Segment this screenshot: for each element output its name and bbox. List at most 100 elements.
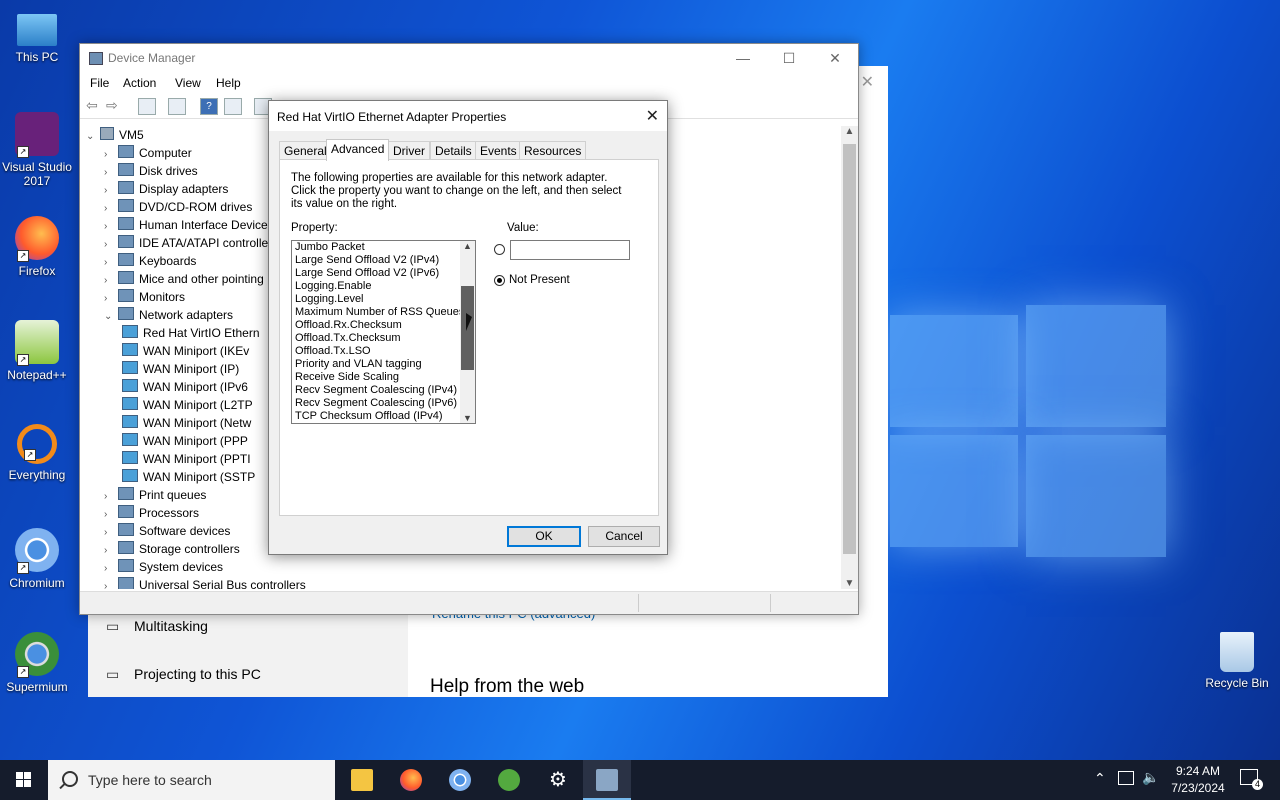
property-list-item[interactable]: Large Send Offload V2 (IPv6) xyxy=(295,267,439,280)
tree-category[interactable]: › Keyboards xyxy=(104,252,196,270)
tree-device-item[interactable]: WAN Miniport (PPP xyxy=(122,432,248,450)
property-listbox[interactable]: Jumbo Packet Large Send Offload V2 (IPv4)… xyxy=(291,240,476,424)
tree-device-item[interactable]: Red Hat VirtIO Ethern xyxy=(122,324,260,342)
desktop-icon-this-pc[interactable]: This PC xyxy=(0,10,74,64)
scrollbar-thumb[interactable] xyxy=(843,144,856,554)
tab-details[interactable]: Details xyxy=(430,141,477,160)
collapse-chevron-icon[interactable]: ⌄ xyxy=(104,308,118,326)
desktop-icon-chromium[interactable]: ↗ Chromium xyxy=(0,528,74,590)
volume-muted-icon[interactable]: 🔈 xyxy=(1142,769,1159,800)
property-list-item[interactable]: Logging.Enable xyxy=(295,280,371,293)
tree-device-item[interactable]: WAN Miniport (IP) xyxy=(122,360,239,378)
property-list-scrollbar[interactable]: ▲ ▼ xyxy=(460,241,475,423)
taskbar-clock[interactable]: 9:24 AM 7/23/2024 xyxy=(1160,763,1236,797)
tree-scrollbar[interactable]: ▲ ▼ xyxy=(841,126,858,589)
tab-driver[interactable]: Driver xyxy=(388,141,430,160)
property-list-item[interactable]: Priority and VLAN tagging xyxy=(295,358,422,371)
desktop-icon-everything[interactable]: ↗ Everything xyxy=(0,424,74,482)
tree-category[interactable]: › Computer xyxy=(104,144,192,162)
tab-general[interactable]: General xyxy=(279,141,332,160)
expand-chevron-icon[interactable]: › xyxy=(104,578,118,589)
tree-device-item[interactable]: WAN Miniport (IKEv xyxy=(122,342,249,360)
property-list-item[interactable]: Recv Segment Coalescing (IPv4) xyxy=(295,384,457,397)
menu-help[interactable]: Help xyxy=(216,76,241,90)
property-list-item[interactable]: Logging.Level xyxy=(295,293,364,306)
value-input[interactable] xyxy=(510,240,630,260)
list-scroll-up-icon[interactable]: ▲ xyxy=(460,241,475,251)
property-list-item[interactable]: Large Send Offload V2 (IPv4) xyxy=(295,254,439,267)
minimize-button[interactable]: — xyxy=(720,44,766,72)
tree-category[interactable]: › DVD/CD-ROM drives xyxy=(104,198,252,216)
tree-category[interactable]: › Mice and other pointing xyxy=(104,270,264,288)
desktop-icon-firefox[interactable]: ↗ Firefox xyxy=(0,216,74,278)
settings-item-multitasking[interactable]: ▭ Multitasking xyxy=(106,618,208,635)
property-list-item[interactable]: TCP Checksum Offload (IPv4) xyxy=(295,410,443,423)
property-list-item[interactable]: Offload.Tx.LSO xyxy=(295,345,371,358)
notification-center-icon[interactable]: 4 xyxy=(1240,769,1263,790)
tab-events[interactable]: Events xyxy=(475,141,522,160)
dialog-close-button[interactable]: ✕ xyxy=(646,106,659,126)
help-icon[interactable]: ? xyxy=(200,98,218,115)
close-button[interactable]: ✕ xyxy=(812,44,858,72)
property-list-item[interactable]: Offload.Rx.Checksum xyxy=(295,319,402,332)
menu-file[interactable]: File xyxy=(90,76,109,90)
tree-category[interactable]: › Processors xyxy=(104,504,199,522)
tree-category[interactable]: › Storage controllers xyxy=(104,540,240,558)
desktop-icon-notepadpp[interactable]: ↗ Notepad++ xyxy=(0,320,74,382)
tree-category[interactable]: › Universal Serial Bus controllers xyxy=(104,576,306,589)
desktop-icon-supermium[interactable]: ↗ Supermium xyxy=(0,632,74,694)
show-hidden-icons[interactable]: ⌃ xyxy=(1094,770,1106,800)
tree-category[interactable]: › Human Interface Device xyxy=(104,216,268,234)
tab-advanced[interactable]: Advanced xyxy=(326,139,390,161)
desktop-icon-visual-studio[interactable]: ↗ Visual Studio 2017 xyxy=(0,112,74,188)
maximize-button[interactable]: ☐ xyxy=(766,44,812,72)
taskbar-file-explorer[interactable] xyxy=(338,760,386,800)
tree-category[interactable]: › IDE ATA/ATAPI controlle xyxy=(104,234,268,252)
tree-category[interactable]: › Display adapters xyxy=(104,180,228,198)
tree-root[interactable]: ⌄ VM5 xyxy=(86,126,144,144)
tree-category[interactable]: › Monitors xyxy=(104,288,185,306)
taskbar-firefox[interactable] xyxy=(387,760,435,800)
tab-resources[interactable]: Resources xyxy=(519,141,587,160)
scroll-up-icon[interactable]: ▲ xyxy=(841,126,858,137)
tree-category[interactable]: › Software devices xyxy=(104,522,230,540)
scroll-down-icon[interactable]: ▼ xyxy=(841,578,858,589)
back-arrow-icon[interactable]: ⇦ xyxy=(86,98,102,113)
value-radio[interactable] xyxy=(494,244,505,255)
start-button[interactable] xyxy=(0,760,48,800)
property-list-item[interactable]: Jumbo Packet xyxy=(295,241,365,254)
property-list-item[interactable]: Recv Segment Coalescing (IPv6) xyxy=(295,397,457,410)
property-list-item[interactable]: Receive Side Scaling xyxy=(295,371,399,384)
settings-close-icon[interactable]: ✕ xyxy=(861,72,874,92)
network-icon[interactable] xyxy=(1118,771,1134,785)
forward-arrow-icon[interactable]: ⇨ xyxy=(106,98,122,113)
not-present-label[interactable]: Not Present xyxy=(509,274,570,286)
properties-view-icon[interactable] xyxy=(138,98,156,115)
menu-view[interactable]: View xyxy=(175,76,201,90)
desktop-icon-recycle-bin[interactable]: Recycle Bin xyxy=(1200,632,1274,690)
menu-action[interactable]: Action xyxy=(123,76,156,90)
taskbar-search[interactable]: Type here to search xyxy=(48,760,335,800)
tree-device-item[interactable]: WAN Miniport (L2TP xyxy=(122,396,253,414)
tree-category[interactable]: › Print queues xyxy=(104,486,206,504)
taskbar-device-manager[interactable] xyxy=(583,760,631,800)
property-list-item[interactable]: Maximum Number of RSS Queues xyxy=(295,306,464,319)
list-scroll-down-icon[interactable]: ▼ xyxy=(460,413,475,423)
not-present-radio[interactable] xyxy=(494,275,505,286)
cancel-button[interactable]: Cancel xyxy=(588,526,660,547)
tree-device-item[interactable]: WAN Miniport (IPv6 xyxy=(122,378,248,396)
document-icon[interactable] xyxy=(168,98,186,115)
device-manager-titlebar[interactable]: Device Manager — ☐ ✕ xyxy=(80,44,858,72)
tree-category[interactable]: ⌄ Network adapters xyxy=(104,306,233,324)
taskbar-chromium[interactable] xyxy=(436,760,484,800)
taskbar-settings[interactable]: ⚙ xyxy=(534,760,582,800)
ok-button[interactable]: OK xyxy=(507,526,581,547)
taskbar-utorrent[interactable] xyxy=(485,760,533,800)
tree-category[interactable]: › Disk drives xyxy=(104,162,198,180)
tree-category[interactable]: › System devices xyxy=(104,558,223,576)
tree-device-item[interactable]: WAN Miniport (Netw xyxy=(122,414,251,432)
tree-device-item[interactable]: WAN Miniport (SSTP xyxy=(122,468,255,486)
list-view-icon[interactable] xyxy=(224,98,242,115)
collapse-chevron-icon[interactable]: ⌄ xyxy=(86,128,100,146)
tree-device-item[interactable]: WAN Miniport (PPTI xyxy=(122,450,251,468)
